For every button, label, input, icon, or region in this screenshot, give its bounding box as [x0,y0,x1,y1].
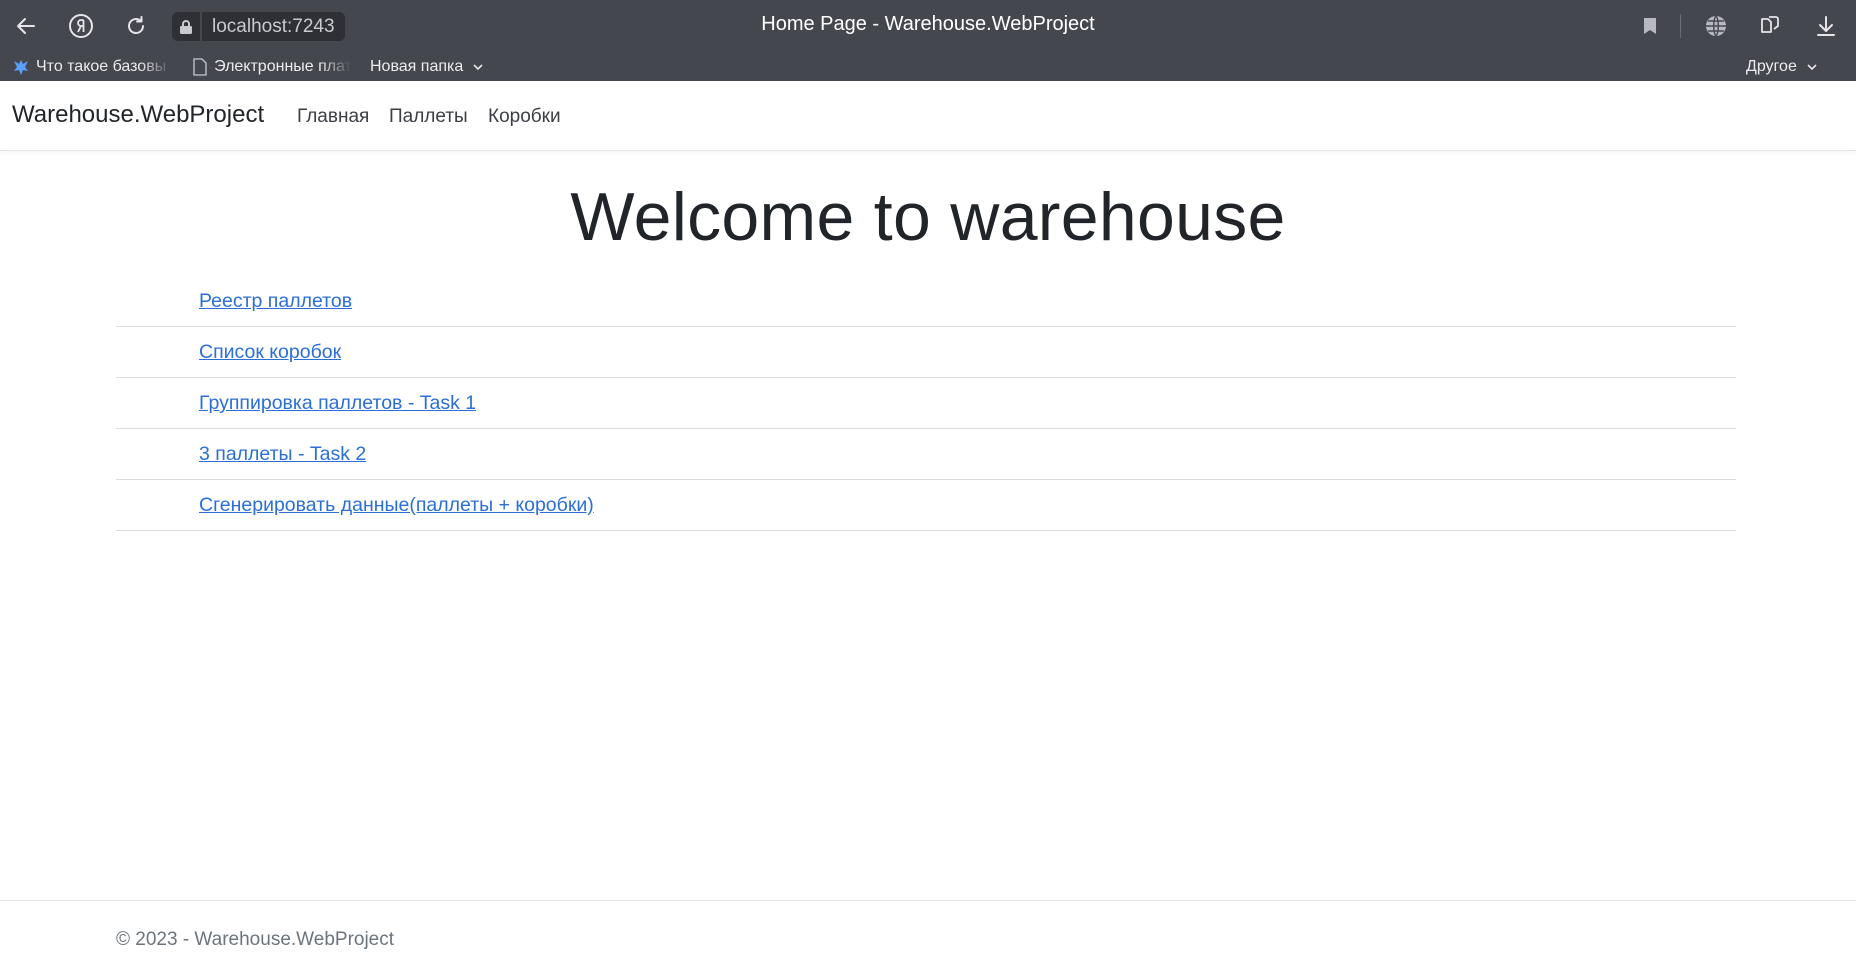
bookmark-label: Что такое базовы [36,58,167,75]
nav-link-home[interactable]: Главная [297,106,369,128]
extensions-icon[interactable] [1754,10,1786,42]
link-pallet-grouping-task1[interactable]: Группировка паллетов - Task 1 [199,392,476,414]
bookmark-label: Электронные плат [214,58,352,75]
page-icon [192,58,208,76]
bookmark-folder-new[interactable]: Новая папка [370,56,493,78]
site-navbar: Warehouse.WebProject Главная Паллеты Кор… [0,81,1856,151]
list-item: Список коробок [116,327,1736,378]
link-box-list[interactable]: Список коробок [199,341,341,363]
chevron-down-icon [469,58,487,76]
bookmark-icon[interactable] [1634,10,1666,42]
link-generate-data[interactable]: Сгенерировать данные(паллеты + коробки) [199,494,594,516]
page-title: Welcome to warehouse [570,179,1286,255]
dragon-icon [12,58,30,76]
toolbar-separator [1680,14,1681,38]
footer-copyright: © 2023 - Warehouse.WebProject [116,929,395,950]
nav-link-boxes[interactable]: Коробки [488,106,561,128]
link-three-pallets-task2[interactable]: 3 паллеты - Task 2 [199,443,366,465]
tab-title: Home Page - Warehouse.WebProject [761,13,1095,35]
list-item: Группировка паллетов - Task 1 [116,378,1736,429]
link-pallet-registry[interactable]: Реестр паллетов [199,290,352,312]
other-bookmarks[interactable]: Другое [1746,56,1827,78]
browser-chrome: localhost:7243 Home Page - Warehouse.Web… [0,0,1856,81]
bookmark-item-1[interactable]: Что такое базовы [12,56,172,78]
list-item: 3 паллеты - Task 2 [116,429,1736,480]
browser-toolbar: localhost:7243 Home Page - Warehouse.Web… [0,0,1856,52]
bookmarks-bar: Что такое базовы Электронные плат Новая … [0,52,1856,81]
globe-icon[interactable] [1700,10,1732,42]
bookmark-folder-label: Новая папка [370,58,464,75]
bookmark-item-2[interactable]: Электронные плат [192,56,352,78]
list-item: Реестр паллетов [116,276,1736,327]
download-icon[interactable] [1810,10,1842,42]
links-list: Реестр паллетов Список коробок Группиров… [116,276,1736,531]
page-footer: © 2023 - Warehouse.WebProject [0,900,1856,972]
other-bookmarks-label: Другое [1746,58,1797,75]
list-item: Сгенерировать данные(паллеты + коробки) [116,480,1736,531]
nav-link-pallets[interactable]: Паллеты [389,106,468,128]
chevron-down-icon [1803,58,1821,76]
brand-link[interactable]: Warehouse.WebProject [12,101,264,129]
